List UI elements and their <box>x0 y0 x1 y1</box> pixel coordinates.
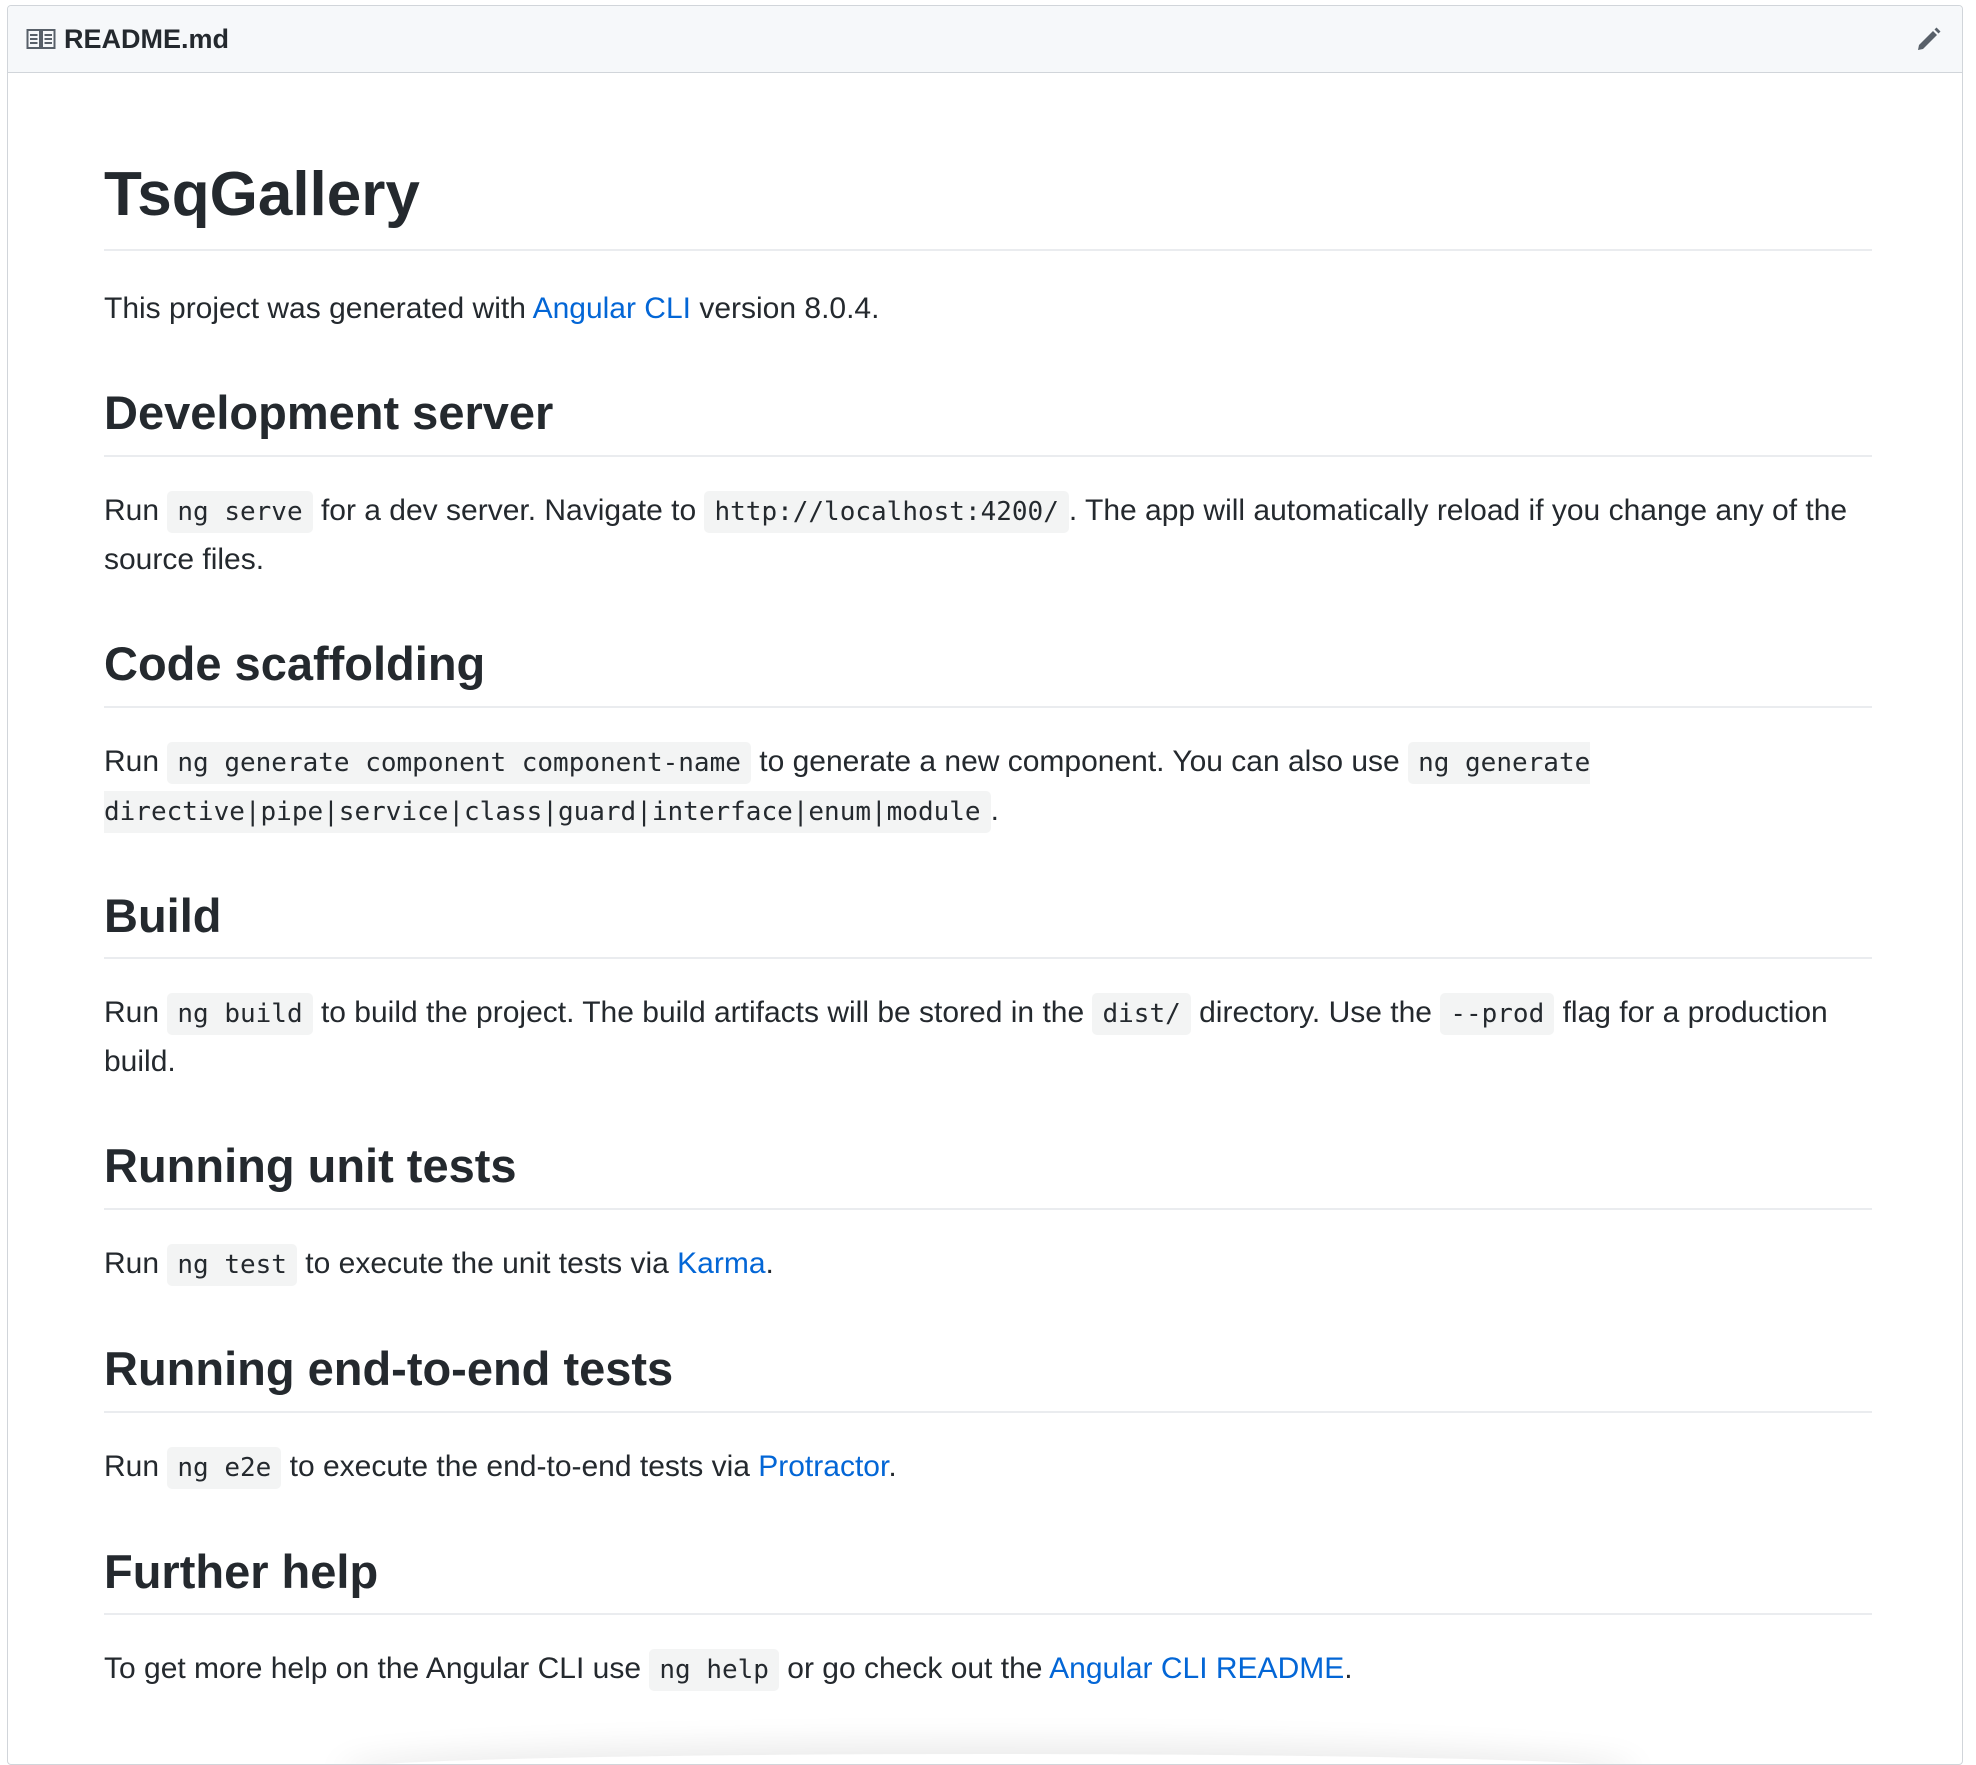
file-name: README.md <box>64 23 230 54</box>
intro-text: This project was generated with <box>104 292 533 326</box>
code-localhost-url: http://localhost:4200/ <box>704 490 1069 533</box>
dev-server-paragraph: Run ng serve for a dev server. Navigate … <box>104 487 1872 584</box>
text: . <box>1344 1652 1353 1686</box>
text: Run <box>104 744 168 778</box>
scaffolding-paragraph: Run ng generate component component-name… <box>104 738 1872 836</box>
code-ng-serve: ng serve <box>167 490 313 533</box>
code-dist: dist/ <box>1092 993 1191 1036</box>
intro-paragraph: This project was generated with Angular … <box>104 285 1872 333</box>
page-title: TsqGallery <box>104 160 1872 252</box>
unit-tests-paragraph: Run ng test to execute the unit tests vi… <box>104 1240 1872 1289</box>
pencil-icon[interactable] <box>1912 22 1946 56</box>
text: . <box>888 1449 897 1483</box>
text: . <box>990 793 999 827</box>
bottom-shadow <box>348 1754 1628 1764</box>
readme-container: README.md TsqGallery This project was ge… <box>7 5 1963 1765</box>
text: Run <box>104 996 168 1030</box>
text: . <box>765 1246 774 1280</box>
text: or go check out the <box>778 1652 1050 1686</box>
heading-build: Build <box>104 889 1872 960</box>
build-paragraph: Run ng build to build the project. The b… <box>104 989 1872 1086</box>
code-prod-flag: --prod <box>1440 993 1555 1036</box>
text: Run <box>104 1246 168 1280</box>
angular-cli-readme-link[interactable]: Angular CLI README <box>1049 1652 1344 1685</box>
heading-further-help: Further help <box>104 1545 1872 1616</box>
markdown-body: TsqGallery This project was generated wi… <box>104 73 1872 1694</box>
text: To get more help on the Angular CLI use <box>104 1652 650 1686</box>
text: Run <box>104 1449 168 1483</box>
text: directory. Use the <box>1190 996 1441 1030</box>
heading-development-server: Development server <box>104 387 1872 457</box>
text: Run <box>104 493 168 527</box>
intro-text-end: version 8.0.4. <box>691 292 880 326</box>
text: to execute the end-to-end tests via <box>281 1449 759 1483</box>
text: to generate a new component. You can als… <box>750 744 1409 778</box>
code-ng-help: ng help <box>649 1649 779 1692</box>
book-icon <box>26 26 60 52</box>
code-ng-e2e: ng e2e <box>167 1446 282 1489</box>
heading-running-e2e-tests: Running end-to-end tests <box>104 1343 1872 1413</box>
code-ng-generate-component: ng generate component component-name <box>167 741 751 784</box>
readme-header: README.md <box>8 6 1962 73</box>
text: for a dev server. Navigate to <box>312 493 705 527</box>
karma-link[interactable]: Karma <box>677 1247 765 1280</box>
angular-cli-link[interactable]: Angular CLI <box>533 292 691 325</box>
protractor-link[interactable]: Protractor <box>758 1450 888 1483</box>
heading-code-scaffolding: Code scaffolding <box>104 638 1872 708</box>
code-ng-build: ng build <box>167 993 313 1036</box>
text: to execute the unit tests via <box>296 1246 678 1280</box>
help-paragraph: To get more help on the Angular CLI use … <box>104 1645 1872 1694</box>
e2e-tests-paragraph: Run ng e2e to execute the end-to-end tes… <box>104 1443 1872 1492</box>
code-ng-test: ng test <box>167 1243 297 1286</box>
heading-running-unit-tests: Running unit tests <box>104 1140 1872 1210</box>
text: to build the project. The build artifact… <box>312 996 1093 1030</box>
